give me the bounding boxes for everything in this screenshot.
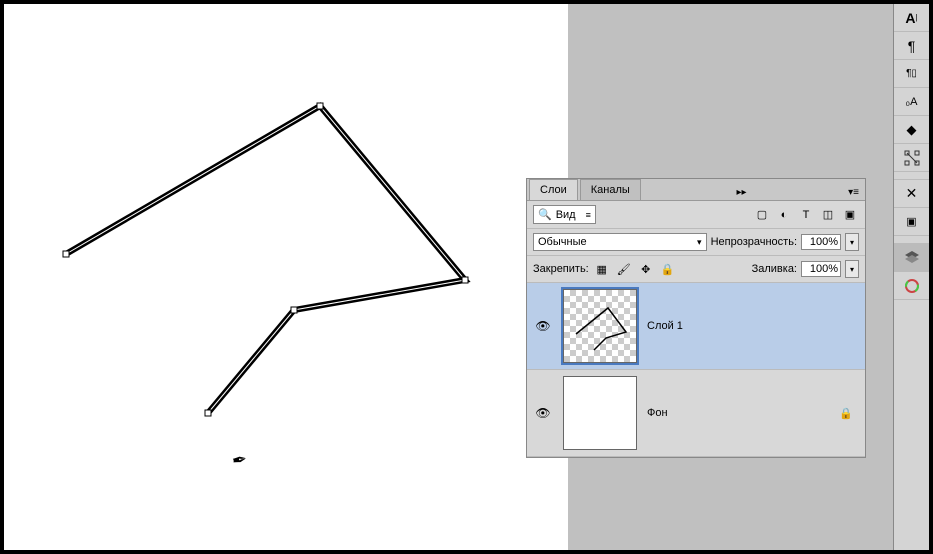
opacity-label: Непрозрачность: bbox=[711, 236, 797, 248]
right-tool-strip: A| ¶ ¶▯ ₀A ◆ ✕ ▣ bbox=[893, 4, 929, 550]
opacity-input[interactable]: 100% bbox=[801, 234, 841, 250]
layer-thumbnail[interactable] bbox=[563, 376, 637, 450]
lock-icon: 🔒 bbox=[839, 407, 853, 420]
character-panel-icon[interactable]: A| bbox=[894, 4, 929, 32]
panel-menu-icon[interactable]: ▾≡ bbox=[842, 185, 865, 200]
panel-tabs: Слои Каналы ▸▸ ▾≡ bbox=[527, 179, 865, 201]
lock-label: Закрепить: bbox=[533, 263, 589, 275]
lock-all-icon[interactable]: 🔒 bbox=[659, 260, 677, 278]
3d-icon[interactable]: ◆ bbox=[894, 116, 929, 144]
layer-name[interactable]: Фон bbox=[647, 407, 829, 419]
opacity-dropdown[interactable]: ▾ bbox=[845, 233, 859, 251]
fill-dropdown[interactable]: ▾ bbox=[845, 260, 859, 278]
blend-mode-value: Обычные bbox=[538, 236, 587, 248]
lock-position-icon[interactable]: ✥ bbox=[637, 260, 655, 278]
panel-collapse-icon[interactable]: ▸▸ bbox=[730, 185, 752, 200]
blend-row: Обычные Непрозрачность: 100% ▾ bbox=[527, 229, 865, 256]
fill-label: Заливка: bbox=[752, 263, 797, 275]
layers-panel: Слои Каналы ▸▸ ▾≡ 🔍 Вид ▢ ◐ T ◫ ▣ Обычны… bbox=[526, 178, 866, 458]
lock-transparency-icon[interactable]: ▦ bbox=[593, 260, 611, 278]
layer-name[interactable]: Слой 1 bbox=[647, 320, 859, 332]
layer-item[interactable]: 👁 Фон 🔒 bbox=[527, 370, 865, 457]
lock-row: Закрепить: ▦ 🖌 ✥ 🔒 Заливка: 100% ▾ bbox=[527, 256, 865, 283]
layers-icon[interactable] bbox=[894, 244, 929, 272]
text-filter-icon[interactable]: T bbox=[797, 206, 815, 224]
character-styles-icon[interactable]: ¶▯ bbox=[894, 60, 929, 88]
shape-filter-icon[interactable]: ◫ bbox=[819, 206, 837, 224]
filter-label: Вид bbox=[556, 209, 576, 221]
filter-kind-select[interactable]: 🔍 Вид bbox=[533, 205, 596, 224]
image-filter-icon[interactable]: ▢ bbox=[753, 206, 771, 224]
visibility-toggle[interactable]: 👁 bbox=[533, 319, 553, 333]
layer-list: 👁 Слой 1 👁 Фон 🔒 bbox=[527, 283, 865, 457]
lock-image-icon[interactable]: 🖌 bbox=[615, 260, 633, 278]
paragraph-icon[interactable]: ¶ bbox=[894, 32, 929, 60]
path-shape[interactable] bbox=[4, 4, 564, 544]
layer-comp-icon[interactable]: ▣ bbox=[894, 208, 929, 236]
swatch-icon[interactable] bbox=[894, 272, 929, 300]
search-icon: 🔍 bbox=[538, 208, 552, 221]
layer-item[interactable]: 👁 Слой 1 bbox=[527, 283, 865, 370]
visibility-toggle[interactable]: 👁 bbox=[533, 406, 553, 420]
tab-layers[interactable]: Слои bbox=[529, 179, 578, 200]
tab-channels[interactable]: Каналы bbox=[580, 179, 641, 200]
glyph-icon[interactable]: ₀A bbox=[894, 88, 929, 116]
fill-input[interactable]: 100% bbox=[801, 261, 841, 277]
adjust-filter-icon[interactable]: ◐ bbox=[775, 206, 793, 224]
blend-mode-select[interactable]: Обычные bbox=[533, 233, 707, 251]
smart-filter-icon[interactable]: ▣ bbox=[841, 206, 859, 224]
layer-thumbnail[interactable] bbox=[563, 289, 637, 363]
filter-row: 🔍 Вид ▢ ◐ T ◫ ▣ bbox=[527, 201, 865, 229]
adjustments-icon[interactable]: ✕ bbox=[894, 180, 929, 208]
path-anchor-icon[interactable] bbox=[894, 144, 929, 172]
